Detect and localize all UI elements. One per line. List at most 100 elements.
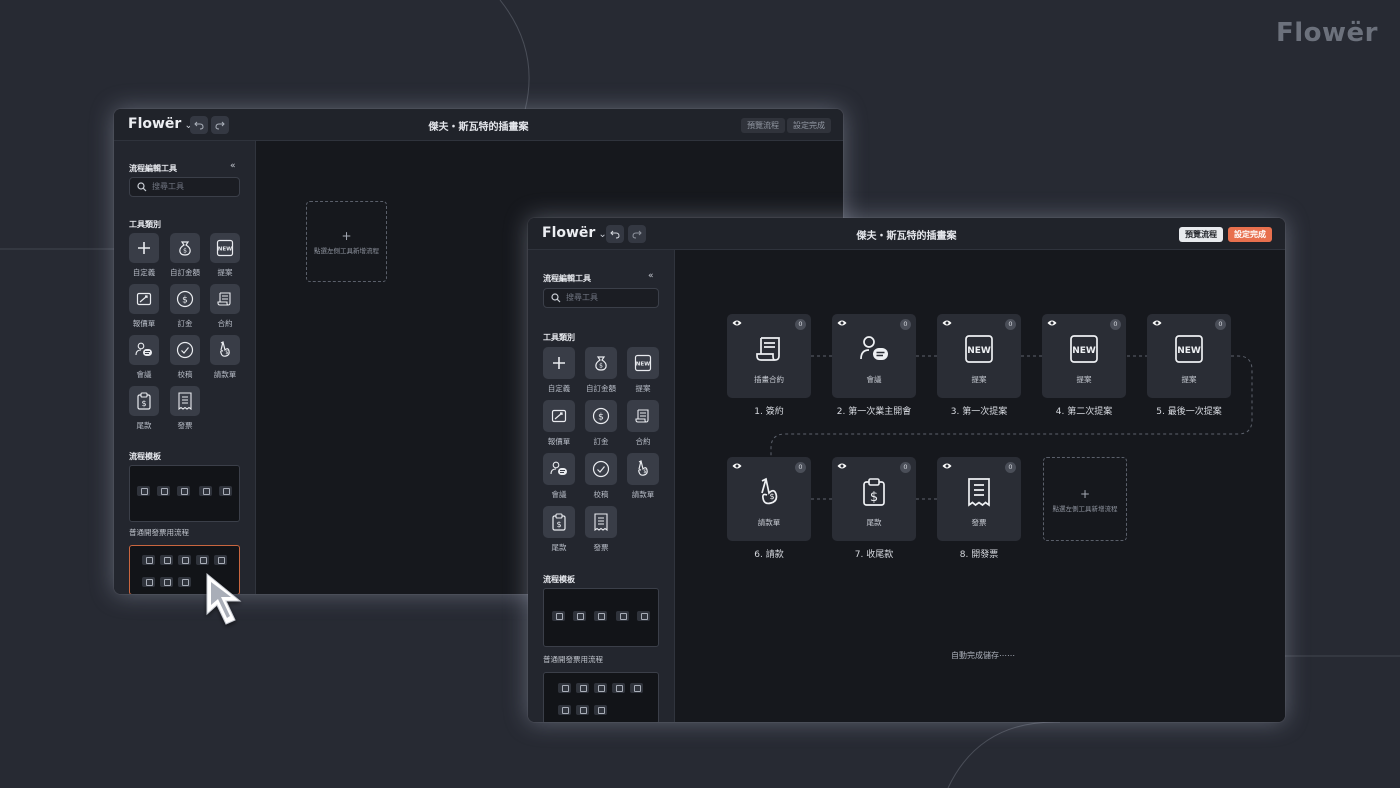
tool-search-input[interactable]: 搜尋工具	[129, 177, 240, 197]
final-payment-icon: $	[552, 513, 566, 531]
tool-deposit[interactable]: $ 訂金	[584, 400, 618, 447]
tool-custom-amount[interactable]: $ 自訂金額	[584, 347, 618, 394]
step-label: 3. 第一次提案	[950, 407, 1008, 417]
template-mini-node	[594, 705, 607, 715]
template-mini-node	[630, 683, 643, 693]
new-badge-icon: NEW	[965, 335, 993, 363]
flow-node-receipt[interactable]: 0 發票	[937, 457, 1021, 541]
new-badge-icon: NEW	[216, 239, 234, 257]
tool-label: 訂金	[593, 437, 609, 446]
meeting-icon	[550, 461, 567, 475]
final-payment-icon: $	[863, 478, 885, 506]
tool-deposit[interactable]: $ 訂金	[168, 284, 202, 329]
tool-custom[interactable]: 自定義	[127, 233, 161, 278]
tool-search-input[interactable]: 搜尋工具	[543, 288, 659, 308]
tool-proofreading[interactable]: 校稿	[168, 335, 202, 380]
plus-icon: +	[341, 229, 352, 243]
node-title: 提案	[1076, 375, 1092, 384]
collapse-sidebar-icon[interactable]: «	[230, 161, 236, 171]
tool-contract[interactable]: 合約	[626, 400, 660, 447]
eye-icon[interactable]	[732, 319, 742, 327]
template-mini-node	[178, 577, 191, 587]
count-badge: 0	[795, 319, 806, 330]
tool-label: 校稿	[593, 490, 609, 499]
template-mini-node	[576, 683, 589, 693]
node-title: 尾款	[866, 518, 882, 527]
tool-contract[interactable]: 合約	[208, 284, 242, 329]
tool-receipt[interactable]: 發票	[584, 506, 618, 553]
eye-icon[interactable]	[1152, 319, 1162, 327]
contract-scroll-icon	[217, 292, 231, 306]
eye-icon[interactable]	[732, 462, 742, 470]
tool-label: 會議	[551, 490, 567, 499]
add-step-placeholder[interactable]: + 點選左側工具新增流程	[1043, 457, 1127, 541]
svg-text:$: $	[556, 520, 561, 529]
eye-icon[interactable]	[837, 462, 847, 470]
finish-setup-button[interactable]: 設定完成	[787, 118, 831, 133]
tool-custom-amount[interactable]: $ 自訂金額	[168, 233, 202, 278]
tool-final-payment[interactable]: $ 尾款	[542, 506, 576, 553]
node-title: 會議	[866, 375, 882, 384]
new-badge-icon: NEW	[1070, 335, 1098, 363]
template-mini-node	[576, 705, 589, 715]
tool-label: 自定義	[547, 384, 571, 393]
project-title: 傑夫・斯瓦特的插畫案	[856, 231, 957, 242]
eye-icon[interactable]	[942, 462, 952, 470]
tool-proposal[interactable]: NEW 提案	[208, 233, 242, 278]
eye-icon[interactable]	[1047, 319, 1057, 327]
tool-invoice-request[interactable]: $ 請款單	[208, 335, 242, 380]
flow-canvas[interactable]: 0 插畫合約 0 會議 0 NEW 提案 0 NEW 提案 0 NEW 提案 1…	[675, 250, 1285, 722]
tool-custom[interactable]: 自定義	[542, 347, 576, 394]
receipt-icon	[968, 478, 990, 507]
node-title: 發票	[971, 518, 987, 527]
template-mini-node	[142, 555, 155, 565]
count-badge: 0	[1110, 319, 1121, 330]
tool-proofreading[interactable]: 校稿	[584, 453, 618, 500]
template-mini-node	[178, 555, 191, 565]
eye-icon[interactable]	[942, 319, 952, 327]
flow-node-proposal-3[interactable]: 0 NEW 提案	[1147, 314, 1231, 398]
tool-quotation[interactable]: 報價單	[127, 284, 161, 329]
tool-proposal[interactable]: NEW 提案	[626, 347, 660, 394]
template-card-empty[interactable]	[543, 588, 659, 647]
tool-quotation[interactable]: 報價單	[542, 400, 576, 447]
tool-meeting[interactable]: 會議	[542, 453, 576, 500]
contract-scroll-icon	[756, 337, 780, 361]
flow-node-final-payment[interactable]: 0 $ 尾款	[832, 457, 916, 541]
svg-text:$: $	[769, 492, 774, 501]
template-mini-node	[558, 705, 571, 715]
tool-label: 提案	[217, 268, 233, 277]
svg-text:$: $	[141, 399, 146, 408]
tool-label: 發票	[593, 543, 609, 552]
flow-node-proposal-1[interactable]: 0 NEW 提案	[937, 314, 1021, 398]
search-placeholder: 搜尋工具	[152, 182, 184, 191]
brand-logo: Flowër	[1275, 18, 1378, 48]
tool-meeting[interactable]: 會議	[127, 335, 161, 380]
flow-tools-sidebar: 流程編輯工具 « 搜尋工具 工具類別 自定義 $ 自訂金額 NEW 提案 報價單…	[114, 141, 256, 594]
flow-node-meeting[interactable]: 0 會議	[832, 314, 916, 398]
tool-label: 報價單	[132, 319, 156, 328]
template-card-invoice-flow[interactable]	[543, 672, 659, 722]
template-card-empty[interactable]	[129, 465, 240, 522]
money-bag-icon: $	[179, 241, 191, 256]
tool-final-payment[interactable]: $ 尾款	[127, 386, 161, 431]
flow-node-invoice-request[interactable]: 0 $ 請款單	[727, 457, 811, 541]
node-title: 請款單	[757, 518, 781, 527]
flow-node-proposal-2[interactable]: 0 NEW 提案	[1042, 314, 1126, 398]
tool-label: 合約	[217, 319, 233, 328]
node-title: 提案	[971, 375, 987, 384]
tool-invoice-request[interactable]: $ 請款單	[626, 453, 660, 500]
finish-setup-button[interactable]: 設定完成	[1228, 227, 1272, 242]
template-mini-node	[616, 611, 629, 621]
template-mini-node	[573, 611, 586, 621]
tool-receipt[interactable]: 發票	[168, 386, 202, 431]
add-step-placeholder[interactable]: + 點選左側工具新增流程	[306, 201, 387, 282]
flow-node-contract[interactable]: 0 插畫合約	[727, 314, 811, 398]
eye-icon[interactable]	[837, 319, 847, 327]
receipt-icon	[594, 513, 608, 531]
collapse-sidebar-icon[interactable]: «	[648, 271, 654, 281]
preview-flow-button[interactable]: 預覽流程	[1179, 227, 1223, 242]
quote-icon	[551, 409, 567, 423]
preview-flow-button[interactable]: 預覽流程	[741, 118, 785, 133]
svg-text:NEW: NEW	[636, 362, 650, 368]
